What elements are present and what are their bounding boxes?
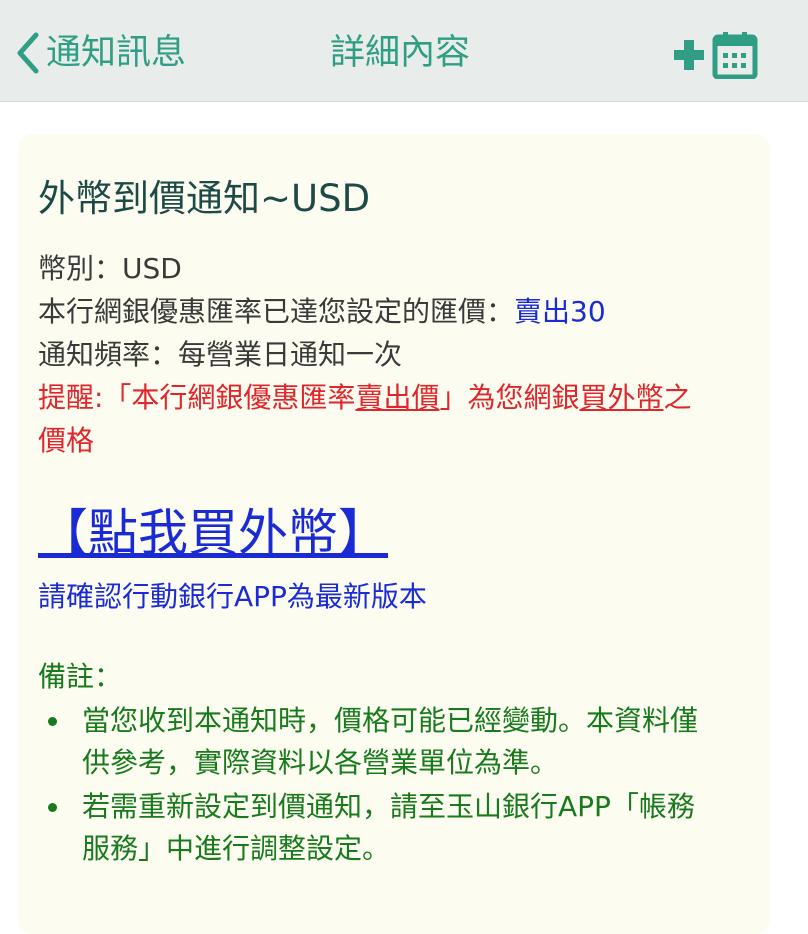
remark-text-line: 若需重新設定到價通知，請至玉山銀行APP「帳務 — [82, 790, 695, 823]
remark-item: 當您收到本通知時，價格可能已經變動。本資料僅 供參考，實際資料以各營業單位為準。 — [38, 700, 758, 784]
remark-text: 當您收到本通知時，價格可能已經變動。本資料僅 供參考，實際資料以各營業單位為準。 — [82, 700, 758, 784]
calendar-icon — [712, 32, 758, 79]
bullet-icon — [48, 717, 57, 726]
remark-text: 若需重新設定到價通知，請至玉山銀行APP「帳務 服務」中進行調整設定。 — [82, 786, 758, 870]
reminder-text-1: 提醒:「本行網銀優惠匯率 — [38, 381, 356, 414]
chevron-left-icon — [17, 32, 39, 74]
back-button[interactable]: 通知訊息 — [14, 28, 186, 78]
remarks-label: 備註： — [38, 660, 123, 693]
app-update-note: 請確認行動銀行APP為最新版本 — [38, 580, 427, 613]
reminder-sell-price: 賣出價 — [355, 381, 440, 414]
remark-text-line: 當您收到本通知時，價格可能已經變動。本資料僅 — [82, 704, 699, 737]
rate-reached-label: 本行網銀優惠匯率已達您設定的匯價： — [38, 295, 515, 328]
back-button-label: 通知訊息 — [46, 33, 187, 73]
reminder-text-3: 之 — [663, 381, 692, 414]
add-to-calendar-button[interactable] — [672, 30, 762, 80]
notification-card: 外幣到價通知~USD 幣別：USD 本行網銀優惠匯率已達您設定的匯價：賣出30 … — [18, 134, 770, 934]
remark-text-line: 供參考，實際資料以各營業單位為準。 — [82, 746, 559, 779]
rate-reached-value: 賣出30 — [514, 295, 606, 328]
remark-text-line: 服務」中進行調整設定。 — [82, 832, 391, 865]
currency-line: 幣別：USD — [38, 252, 182, 285]
reminder-buy-foreign: 買外幣 — [579, 381, 664, 414]
notification-title: 外幣到價通知~USD — [38, 177, 371, 220]
page-title: 詳細內容 — [330, 33, 471, 73]
navigation-bar: 通知訊息 詳細內容 — [0, 0, 808, 102]
reminder-line: 提醒:「本行網銀優惠匯率賣出價」為您網銀買外幣之 — [38, 377, 692, 419]
bullet-icon — [48, 803, 57, 812]
frequency-line: 通知頻率：每營業日通知一次 — [38, 338, 403, 371]
rate-reached-line: 本行網銀優惠匯率已達您設定的匯價：賣出30 — [38, 291, 606, 333]
reminder-text-2: 」為您網銀 — [439, 381, 580, 414]
buy-foreign-currency-link[interactable]: 【點我買外幣】 — [38, 498, 388, 568]
plus-icon — [674, 40, 704, 70]
reminder-line-2: 價格 — [38, 424, 95, 457]
remark-item: 若需重新設定到價通知，請至玉山銀行APP「帳務 服務」中進行調整設定。 — [38, 786, 758, 870]
